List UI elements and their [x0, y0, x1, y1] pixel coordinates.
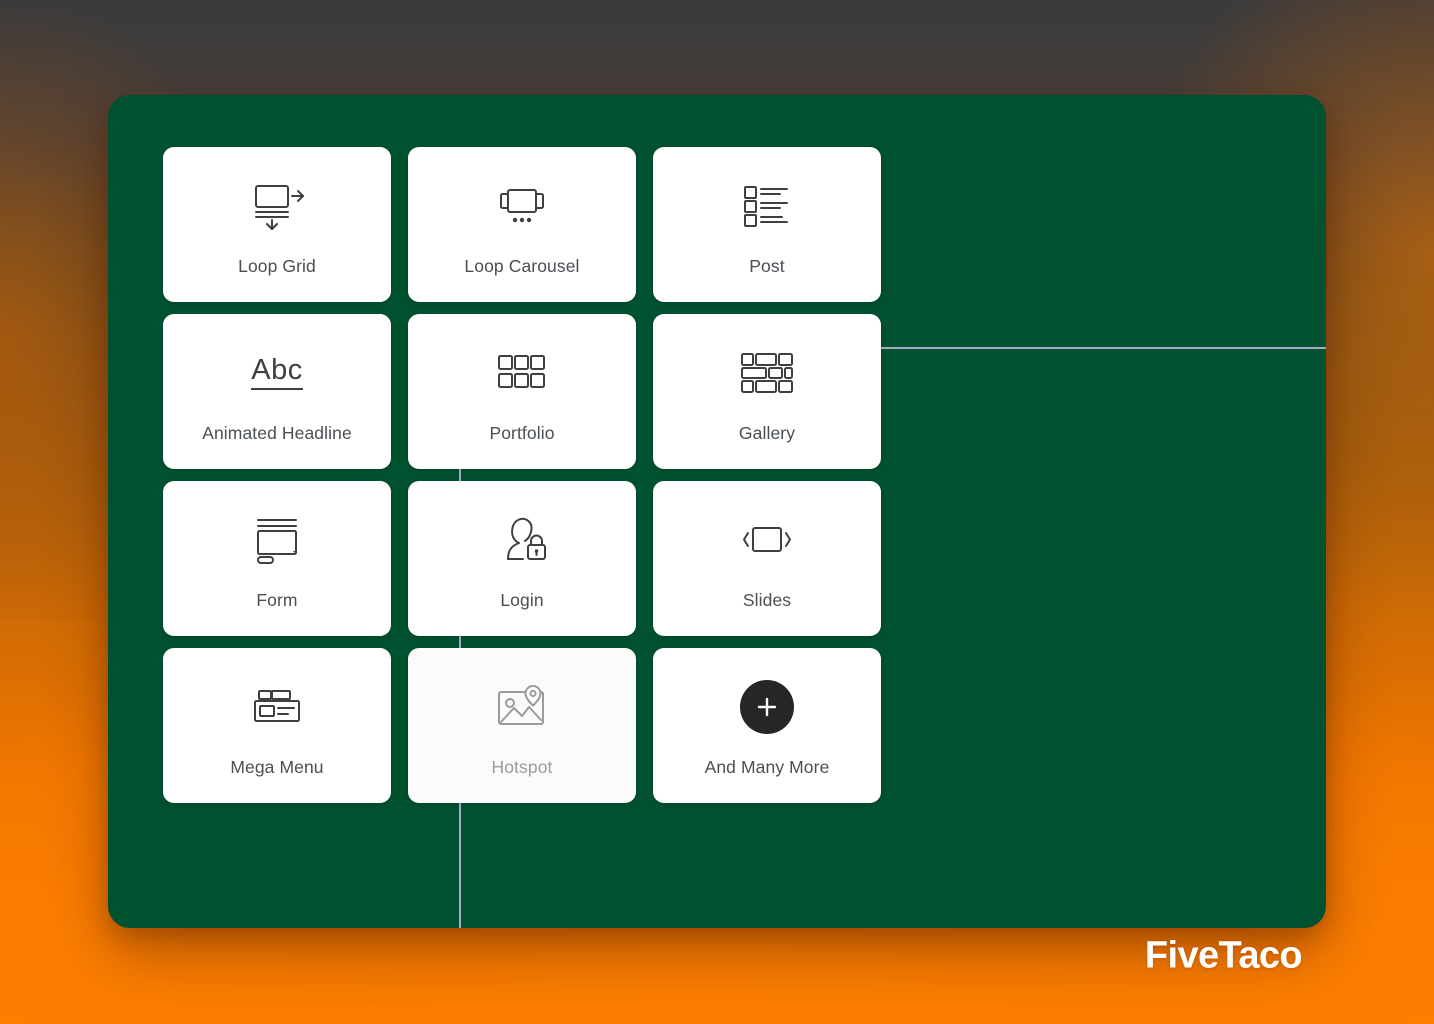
- abc-glyph: Abc: [251, 355, 303, 390]
- widget-card-and-many-more[interactable]: And Many More: [653, 648, 881, 803]
- widget-card-slides[interactable]: Slides: [653, 481, 881, 636]
- hotspot-image-pin-icon: [495, 675, 549, 739]
- widget-card-label: Loop Carousel: [464, 255, 580, 276]
- widget-card-hotspot[interactable]: Hotspot: [408, 648, 636, 803]
- widget-card-loop-carousel[interactable]: Loop Carousel: [408, 147, 636, 302]
- widget-card-login[interactable]: Login: [408, 481, 636, 636]
- green-panel: Loop Grid Loop Carousel Post Abc Animate…: [108, 95, 1326, 928]
- widget-card-label: Form: [256, 589, 298, 610]
- widget-card-grid: Loop Grid Loop Carousel Post Abc Animate…: [163, 147, 938, 803]
- widget-card-post[interactable]: Post: [653, 147, 881, 302]
- widget-card-label: Mega Menu: [230, 756, 324, 777]
- plus-circle-shape: [740, 679, 794, 734]
- gallery-masonry-icon: [739, 341, 795, 405]
- widget-card-portfolio[interactable]: Portfolio: [408, 314, 636, 469]
- fivetaco-brand-logo: FiveTaco: [1144, 934, 1303, 977]
- widget-card-loop-grid[interactable]: Loop Grid: [163, 147, 391, 302]
- widget-card-label: Login: [500, 589, 544, 610]
- widget-card-label: And Many More: [704, 756, 830, 777]
- slides-icon: [739, 508, 795, 572]
- widget-card-label: Loop Grid: [238, 255, 316, 276]
- plus-circle-icon: [740, 675, 794, 739]
- widget-card-form[interactable]: Form: [163, 481, 391, 636]
- post-list-icon: [740, 174, 794, 238]
- widget-card-label: Slides: [742, 589, 792, 610]
- loop-grid-icon: [248, 174, 306, 238]
- widget-card-label: Gallery: [738, 422, 796, 443]
- login-user-lock-icon: [495, 508, 549, 572]
- loop-carousel-icon: [494, 174, 550, 238]
- widget-card-label: Post: [749, 255, 785, 276]
- widget-card-label: Portfolio: [489, 422, 555, 443]
- animated-headline-icon: Abc: [251, 341, 303, 405]
- widget-card-label: Animated Headline: [202, 422, 352, 443]
- widget-card-label: Hotspot: [491, 756, 553, 777]
- portfolio-grid-icon: [496, 341, 548, 405]
- widget-card-animated-headline[interactable]: Abc Animated Headline: [163, 314, 391, 469]
- mega-menu-icon: [251, 675, 303, 739]
- form-icon: [250, 508, 304, 572]
- widget-card-mega-menu[interactable]: Mega Menu: [163, 648, 391, 803]
- widget-card-gallery[interactable]: Gallery: [653, 314, 881, 469]
